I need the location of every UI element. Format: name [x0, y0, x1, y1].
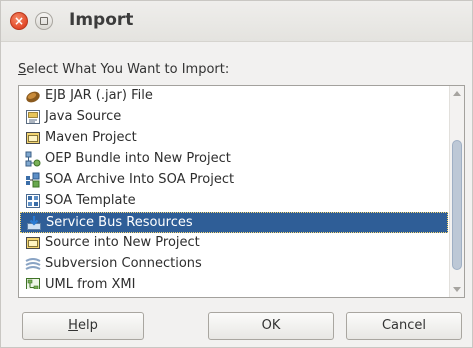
list-item-soa-archive[interactable]: SOA Archive Into SOA Project [20, 170, 448, 191]
maximize-button[interactable] [35, 12, 53, 30]
list-item-soa-template[interactable]: SOA Template [20, 191, 448, 212]
list-item-maven-project[interactable]: Maven Project [20, 128, 448, 149]
list-item-label: Subversion Connections [45, 256, 202, 271]
close-button[interactable]: × [10, 12, 28, 30]
list-item-label: Service Bus Resources [46, 215, 193, 230]
list-scrollbar[interactable] [449, 86, 464, 297]
soa-archive-icon [26, 172, 40, 188]
scrollbar-thumb[interactable] [452, 140, 462, 270]
import-type-list[interactable]: EJB JAR (.jar) File Java Source Maven Pr… [18, 85, 465, 298]
list-item-uml-xmi[interactable]: UML from XMI [20, 275, 448, 289]
list-item-label: SOA Template [45, 193, 136, 208]
import-dialog: × Import Select What You Want to Import:… [0, 0, 473, 348]
oep-bundle-icon [25, 151, 41, 167]
scroll-up-arrow-icon[interactable] [453, 91, 461, 96]
soa-template-icon [26, 194, 40, 208]
source-project-icon [26, 237, 40, 249]
import-prompt-label: Select What You Want to Import: [18, 62, 229, 77]
prompt-text: elect What You Want to Import: [26, 62, 230, 77]
dialog-title: Import [69, 10, 134, 30]
list-item-source-project[interactable]: Source into New Project [20, 233, 448, 254]
list-item-label: OEP Bundle into New Project [45, 151, 231, 166]
list-item-label: Maven Project [45, 130, 137, 145]
scroll-down-arrow-icon[interactable] [453, 287, 461, 292]
java-source-icon [26, 110, 40, 124]
maximize-icon [40, 17, 48, 25]
ejb-jar-icon [26, 91, 40, 103]
service-bus-icon [27, 216, 41, 230]
cancel-button[interactable]: Cancel [346, 312, 462, 340]
maven-project-icon [26, 132, 40, 144]
ok-button[interactable]: OK [208, 312, 334, 340]
list-item-service-bus[interactable]: Service Bus Resources [20, 212, 448, 233]
help-label: elp [77, 318, 98, 333]
list-item-label: UML from XMI [45, 277, 136, 289]
list-item-ejb-jar[interactable]: EJB JAR (.jar) File [20, 86, 448, 107]
help-mnemonic: H [68, 318, 78, 333]
uml-xmi-icon [26, 278, 40, 289]
title-bar: × Import [1, 1, 472, 42]
close-icon: × [13, 14, 25, 28]
list-item-java-source[interactable]: Java Source [20, 107, 448, 128]
list-item-label: Java Source [45, 109, 122, 124]
list-item-label: SOA Archive Into SOA Project [45, 172, 235, 187]
help-button[interactable]: Help [22, 312, 144, 340]
list-item-label: EJB JAR (.jar) File [45, 88, 153, 103]
list-item-oep-bundle[interactable]: OEP Bundle into New Project [20, 149, 448, 170]
list-item-subversion[interactable]: Subversion Connections [20, 254, 448, 275]
subversion-icon [25, 258, 41, 270]
list-item-label: Source into New Project [45, 235, 200, 250]
